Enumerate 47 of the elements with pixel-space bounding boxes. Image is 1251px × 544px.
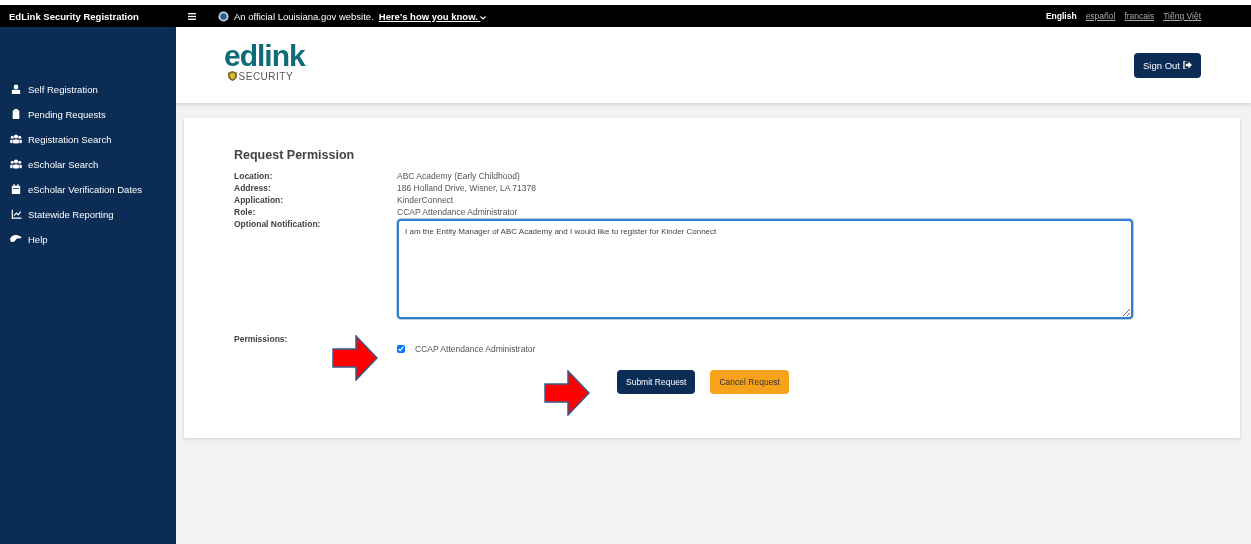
field-label: Role: — [234, 207, 257, 218]
field-value: CCAP Attendance Administrator — [397, 207, 518, 218]
field-label: Permissions: — [234, 334, 289, 346]
sidebar-icon — [10, 233, 22, 243]
chevron-icon — [480, 15, 487, 20]
shield-icon — [227, 71, 237, 81]
cancel-button[interactable]: Cancel Request — [710, 370, 789, 394]
section-title: Request Permission — [234, 148, 356, 162]
sidebar-item[interactable]: eScholar Verification Dates — [0, 183, 176, 196]
seal-icon — [218, 10, 229, 22]
sidebar-icon — [10, 183, 22, 194]
field-value: ABC Academy (Early Childhood) — [397, 171, 520, 182]
sidebar-icon — [10, 158, 22, 169]
sidebar-icon — [10, 108, 22, 119]
menu-icon[interactable] — [188, 13, 196, 20]
field-label: Optional Notification: — [234, 219, 322, 231]
checkbox-label: CCAP Attendance Administrator — [415, 344, 536, 354]
notification-field[interactable]: I am the Entity Manager of ABC Academy and I would like to register for Kinder Connect — [397, 219, 1133, 319]
sidebar-item[interactable]: Statewide Reporting — [0, 208, 176, 221]
sign-out-icon — [1183, 61, 1192, 69]
edlink-logo: edlink — [224, 40, 305, 71]
field-label: Address: — [234, 183, 272, 194]
submit-button[interactable]: Submit Request — [617, 370, 696, 394]
banner-text: An official Louisiana.gov website. — [234, 10, 374, 22]
sidebar-icon — [10, 133, 22, 144]
sidebar-item[interactable]: Help — [0, 233, 176, 246]
how-you-know-link[interactable]: Here's how you know. — [378, 10, 487, 22]
sidebar-icon — [10, 83, 22, 94]
sidebar-icon — [10, 208, 22, 219]
field-label: Application: — [234, 195, 285, 206]
app-title: EdLink Security Registration — [8, 10, 140, 22]
language-link[interactable]: español — [1085, 11, 1116, 21]
field-label: Location: — [234, 171, 274, 182]
language-link[interactable]: francais — [1124, 11, 1155, 21]
language-link[interactable]: English — [1045, 11, 1077, 21]
arrow-icon — [544, 370, 590, 416]
permission-checkbox[interactable] — [397, 345, 405, 353]
field-value: KinderConnect — [397, 195, 454, 206]
sidebar-item[interactable]: Self Registration — [0, 83, 176, 96]
sign-out-button[interactable]: Sign Out — [1134, 52, 1201, 78]
field-value: 186 Holland Drive, Wisner, LA 71378 — [397, 183, 536, 194]
language-link[interactable]: Tiếng Việt — [1163, 11, 1201, 21]
arrow-icon — [332, 335, 378, 381]
logo-subtitle: SECURITY — [238, 70, 294, 82]
sidebar-item[interactable]: eScholar Search — [0, 158, 176, 171]
sidebar-item[interactable]: Pending Requests — [0, 108, 176, 121]
sidebar-item[interactable]: Registration Search — [0, 133, 176, 146]
